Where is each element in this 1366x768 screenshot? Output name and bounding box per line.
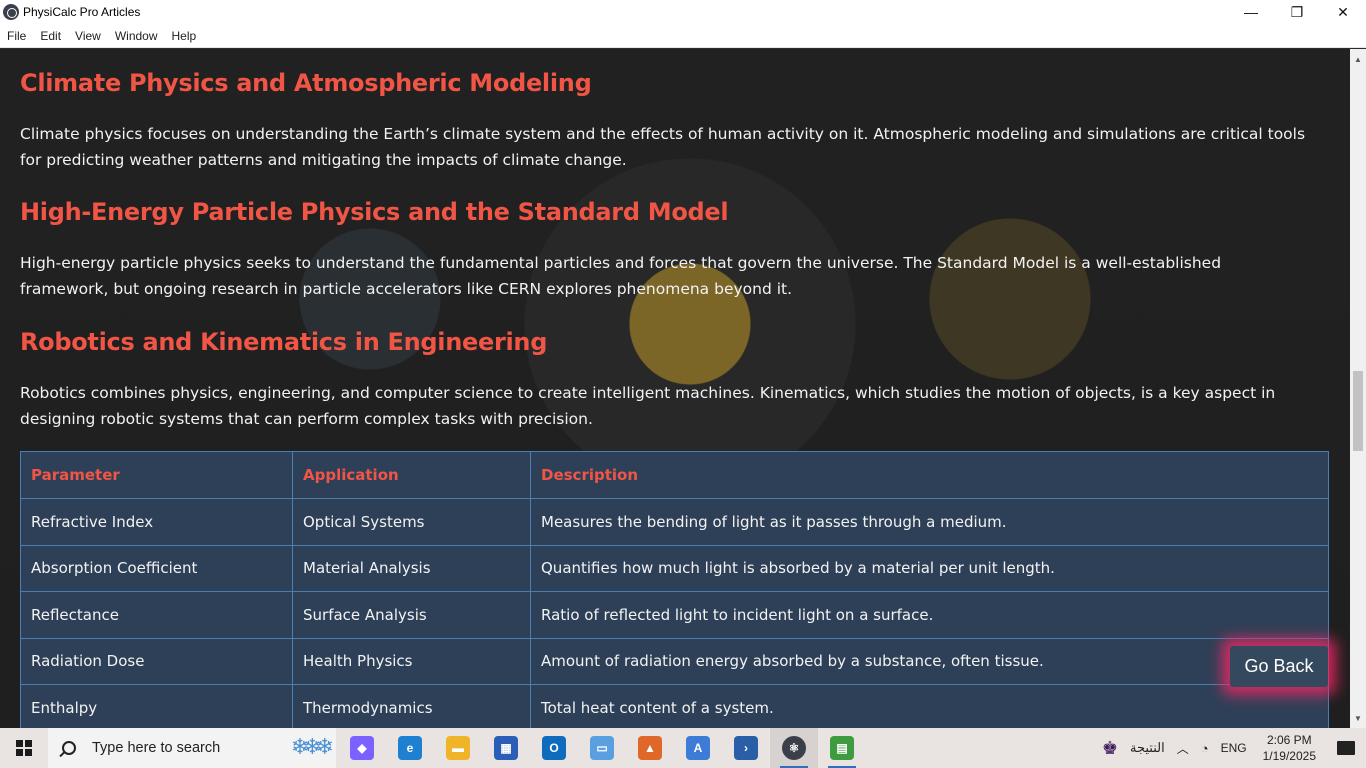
taskbar-app-app-a[interactable]: A bbox=[674, 728, 722, 768]
edge-icon: e bbox=[398, 736, 422, 760]
scroll-up-arrow-icon[interactable]: ▲ bbox=[1350, 51, 1366, 67]
app-a-icon: A bbox=[686, 736, 710, 760]
cell-parameter: Radiation Dose bbox=[20, 637, 293, 685]
taskbar-app-copilot[interactable]: ◆ bbox=[338, 728, 386, 768]
cell-parameter: Absorption Coefficient bbox=[20, 544, 293, 592]
taskbar-app-matlab[interactable]: ▲ bbox=[626, 728, 674, 768]
menu-view[interactable]: View bbox=[68, 24, 108, 48]
window-controls: — ❐ ✕ bbox=[1228, 0, 1366, 24]
taskbar-app-powershell[interactable]: › bbox=[722, 728, 770, 768]
menu-help[interactable]: Help bbox=[165, 24, 204, 48]
taskbar-app-chart-app[interactable]: ▤ bbox=[818, 728, 866, 768]
taskbar-app-store[interactable]: ▦ bbox=[482, 728, 530, 768]
table-row: Absorption Coefficient Material Analysis… bbox=[20, 544, 1329, 592]
taskbar-app-outlook[interactable]: O bbox=[530, 728, 578, 768]
system-tray: ♚ النتيجة ︿ ◔ ENG 2:06 PM 1/19/2025 bbox=[1096, 728, 1366, 768]
store-icon: ▦ bbox=[494, 736, 518, 760]
notification-center-icon[interactable] bbox=[1326, 728, 1366, 768]
maximize-button[interactable]: ❐ bbox=[1274, 0, 1320, 24]
section-text-robotics: Robotics combines physics, engineering, … bbox=[20, 384, 1276, 428]
cell-application: Surface Analysis bbox=[292, 591, 531, 639]
network-icon[interactable]: ◔ bbox=[1195, 741, 1215, 756]
tray-news-label[interactable]: النتيجة bbox=[1124, 740, 1171, 756]
menu-file[interactable]: File bbox=[0, 24, 33, 48]
table-row: Radiation Dose Health Physics Amount of … bbox=[20, 637, 1329, 685]
taskbar-app-file-explorer[interactable]: ▬ bbox=[434, 728, 482, 768]
close-button[interactable]: ✕ bbox=[1320, 0, 1366, 24]
parameters-table: Parameter Application Description Refrac… bbox=[20, 451, 1329, 728]
menu-edit[interactable]: Edit bbox=[33, 24, 68, 48]
physicalc-icon: ⚛ bbox=[782, 736, 806, 760]
section-text-particle-physics: High-energy particle physics seeks to un… bbox=[20, 254, 1222, 298]
cell-description: Amount of radiation energy absorbed by a… bbox=[530, 637, 1329, 685]
vertical-scrollbar[interactable]: ▲ ▼ bbox=[1350, 49, 1366, 728]
section-title-robotics: Robotics and Kinematics in Engineering bbox=[20, 328, 548, 356]
matlab-icon: ▲ bbox=[638, 736, 662, 760]
show-hidden-icons-icon[interactable]: ︿ bbox=[1171, 740, 1195, 757]
section-title-particle-physics: High-Energy Particle Physics and the Sta… bbox=[20, 198, 729, 226]
cell-application: Optical Systems bbox=[292, 498, 531, 546]
go-back-button[interactable]: Go Back bbox=[1230, 646, 1328, 687]
app-logo-icon bbox=[3, 4, 19, 20]
table-row: Refractive Index Optical Systems Measure… bbox=[20, 498, 1329, 546]
powershell-icon: › bbox=[734, 736, 758, 760]
cell-application: Health Physics bbox=[292, 637, 531, 685]
window-title: PhysiCalc Pro Articles bbox=[23, 5, 141, 19]
section-title-climate: Climate Physics and Atmospheric Modeling bbox=[20, 69, 592, 97]
input-language[interactable]: ENG bbox=[1215, 741, 1253, 755]
menu-bar: File Edit View Window Help bbox=[0, 24, 1366, 48]
windows-logo-icon bbox=[16, 740, 32, 756]
taskbar: Type here to search ❄❄❄ ◆ e ▬ ▦ O ▭ ▲ A › ⚛ ▤ ♚ ال… bbox=[0, 728, 1366, 768]
clock[interactable]: 2:06 PM 1/19/2025 bbox=[1253, 732, 1326, 764]
taskbar-pinned-apps: ◆ e ▬ ▦ O ▭ ▲ A › ⚛ ▤ bbox=[338, 728, 866, 768]
cell-description: Quantifies how much light is absorbed by… bbox=[530, 544, 1329, 592]
copilot-icon: ◆ bbox=[350, 736, 374, 760]
start-button[interactable] bbox=[0, 728, 48, 768]
file-explorer-icon: ▬ bbox=[446, 736, 470, 760]
cell-description: Measures the bending of light as it pass… bbox=[530, 498, 1329, 546]
column-header-description: Description bbox=[530, 451, 1329, 499]
article-viewport[interactable]: Climate Physics and Atmospheric Modeling… bbox=[0, 49, 1350, 728]
outlook-icon: O bbox=[542, 736, 566, 760]
cell-description: Total heat content of a system. bbox=[530, 684, 1329, 728]
premier-league-icon[interactable]: ♚ bbox=[1096, 738, 1124, 759]
search-placeholder: Type here to search bbox=[92, 740, 221, 756]
taskbar-app-physicalc[interactable]: ⚛ bbox=[770, 728, 818, 768]
section-text-climate: Climate physics focuses on understanding… bbox=[20, 125, 1306, 169]
remote-desktop-icon: ▭ bbox=[590, 736, 614, 760]
taskbar-app-remote-desktop[interactable]: ▭ bbox=[578, 728, 626, 768]
snowflake-icon: ❄❄❄ bbox=[290, 734, 334, 759]
cell-parameter: Enthalpy bbox=[20, 684, 293, 728]
cell-description: Ratio of reflected light to incident lig… bbox=[530, 591, 1329, 639]
minimize-button[interactable]: — bbox=[1228, 0, 1274, 24]
search-icon bbox=[62, 741, 76, 755]
clock-time: 2:06 PM bbox=[1266, 733, 1312, 747]
chart-app-icon: ▤ bbox=[830, 736, 854, 760]
cell-parameter: Reflectance bbox=[20, 591, 293, 639]
cell-parameter: Refractive Index bbox=[20, 498, 293, 546]
cell-application: Material Analysis bbox=[292, 544, 531, 592]
column-header-parameter: Parameter bbox=[20, 451, 293, 499]
table-row: Reflectance Surface Analysis Ratio of re… bbox=[20, 591, 1329, 639]
scroll-down-arrow-icon[interactable]: ▼ bbox=[1350, 710, 1366, 726]
cell-application: Thermodynamics bbox=[292, 684, 531, 728]
menu-window[interactable]: Window bbox=[108, 24, 165, 48]
title-bar: PhysiCalc Pro Articles — ❐ ✕ bbox=[0, 0, 1366, 24]
table-row: Enthalpy Thermodynamics Total heat conte… bbox=[20, 684, 1329, 728]
column-header-application: Application bbox=[292, 451, 531, 499]
taskbar-app-edge[interactable]: e bbox=[386, 728, 434, 768]
table-header-row: Parameter Application Description bbox=[20, 451, 1329, 499]
taskbar-search-box[interactable]: Type here to search ❄❄❄ bbox=[48, 728, 336, 768]
clock-date: 1/19/2025 bbox=[1262, 749, 1316, 763]
scrollbar-thumb[interactable] bbox=[1353, 371, 1363, 451]
